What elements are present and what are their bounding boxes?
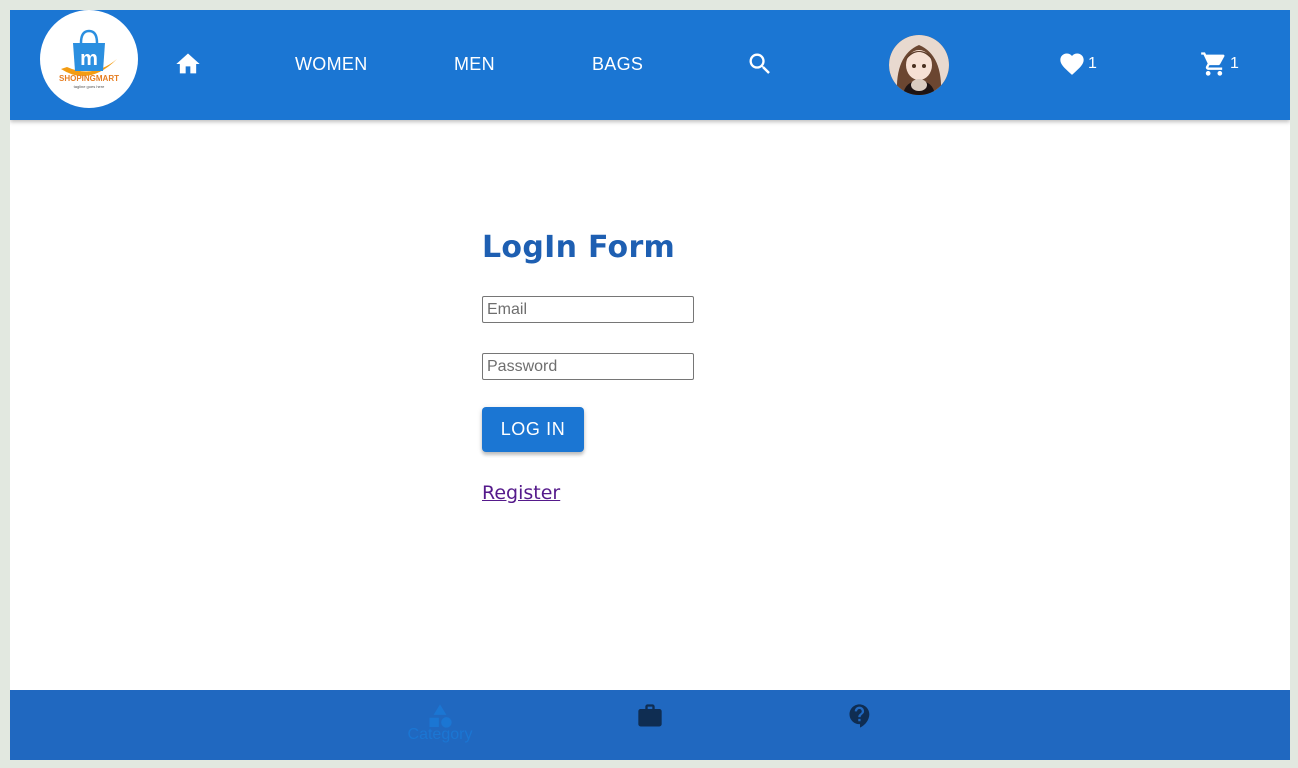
briefcase-icon (638, 704, 662, 727)
svg-text:tagline goes here: tagline goes here (74, 84, 105, 89)
top-app-bar: m SHOPINGMART tagline goes here WOMEN ME… (10, 10, 1290, 120)
bottom-nav-help[interactable] (800, 690, 920, 760)
cart-count: 1 (1230, 55, 1239, 72)
nav-link-bags[interactable]: BAGS (592, 54, 643, 75)
email-field[interactable] (482, 296, 694, 323)
help-icon (849, 704, 870, 728)
bottom-nav-jobs[interactable] (590, 690, 710, 760)
shopping-bag-logo-icon: m SHOPINGMART tagline goes here (59, 29, 119, 89)
brand-logo[interactable]: m SHOPINGMART tagline goes here (40, 10, 138, 108)
heart-icon (1060, 53, 1084, 75)
cart-button[interactable]: 1 (1200, 50, 1239, 78)
password-field[interactable] (482, 353, 694, 380)
cart-icon (1201, 52, 1225, 76)
page-title: LogIn Form (482, 230, 676, 265)
nav-link-men[interactable]: MEN (454, 54, 495, 75)
home-icon[interactable] (174, 50, 202, 78)
register-link[interactable]: Register (482, 482, 560, 504)
login-button[interactable]: LOG IN (482, 407, 584, 452)
page-frame: m SHOPINGMART tagline goes here WOMEN ME… (10, 10, 1290, 760)
bottom-nav-category[interactable]: Category (380, 690, 500, 760)
bottom-nav-category-label: Category (407, 726, 473, 743)
wishlist-count: 1 (1088, 55, 1097, 72)
wishlist-button[interactable]: 1 (1058, 50, 1097, 78)
svg-text:SHOPINGMART: SHOPINGMART (59, 74, 119, 83)
user-avatar[interactable] (889, 35, 949, 95)
search-icon[interactable] (746, 50, 774, 78)
bottom-navigation: Category (10, 690, 1290, 760)
nav-link-women[interactable]: WOMEN (295, 54, 368, 75)
svg-text:m: m (80, 48, 98, 70)
